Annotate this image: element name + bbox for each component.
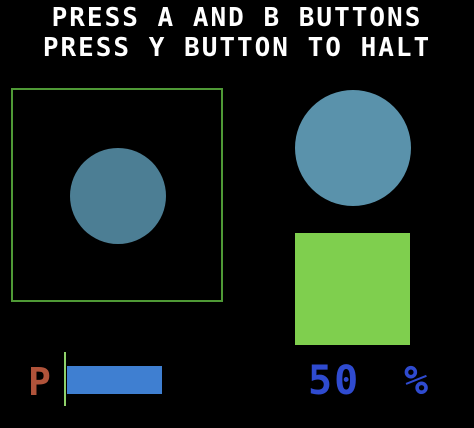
instruction-line-2: PRESS Y BUTTON TO HALT: [42, 33, 432, 63]
progress-marker: [64, 352, 66, 406]
game-screen: PRESS A AND B BUTTONS PRESS Y BUTTON TO …: [0, 0, 474, 428]
progress-bar-fill: [67, 366, 162, 394]
percent-sign: %: [404, 358, 429, 404]
green-square: [295, 233, 410, 345]
percent-value: 50: [308, 358, 361, 404]
progress-label: P: [28, 360, 51, 404]
circle-right: [295, 90, 411, 206]
instruction-line-1: PRESS A AND B BUTTONS: [51, 3, 423, 33]
progress-bar: [67, 366, 257, 394]
circle-in-frame: [70, 148, 166, 244]
